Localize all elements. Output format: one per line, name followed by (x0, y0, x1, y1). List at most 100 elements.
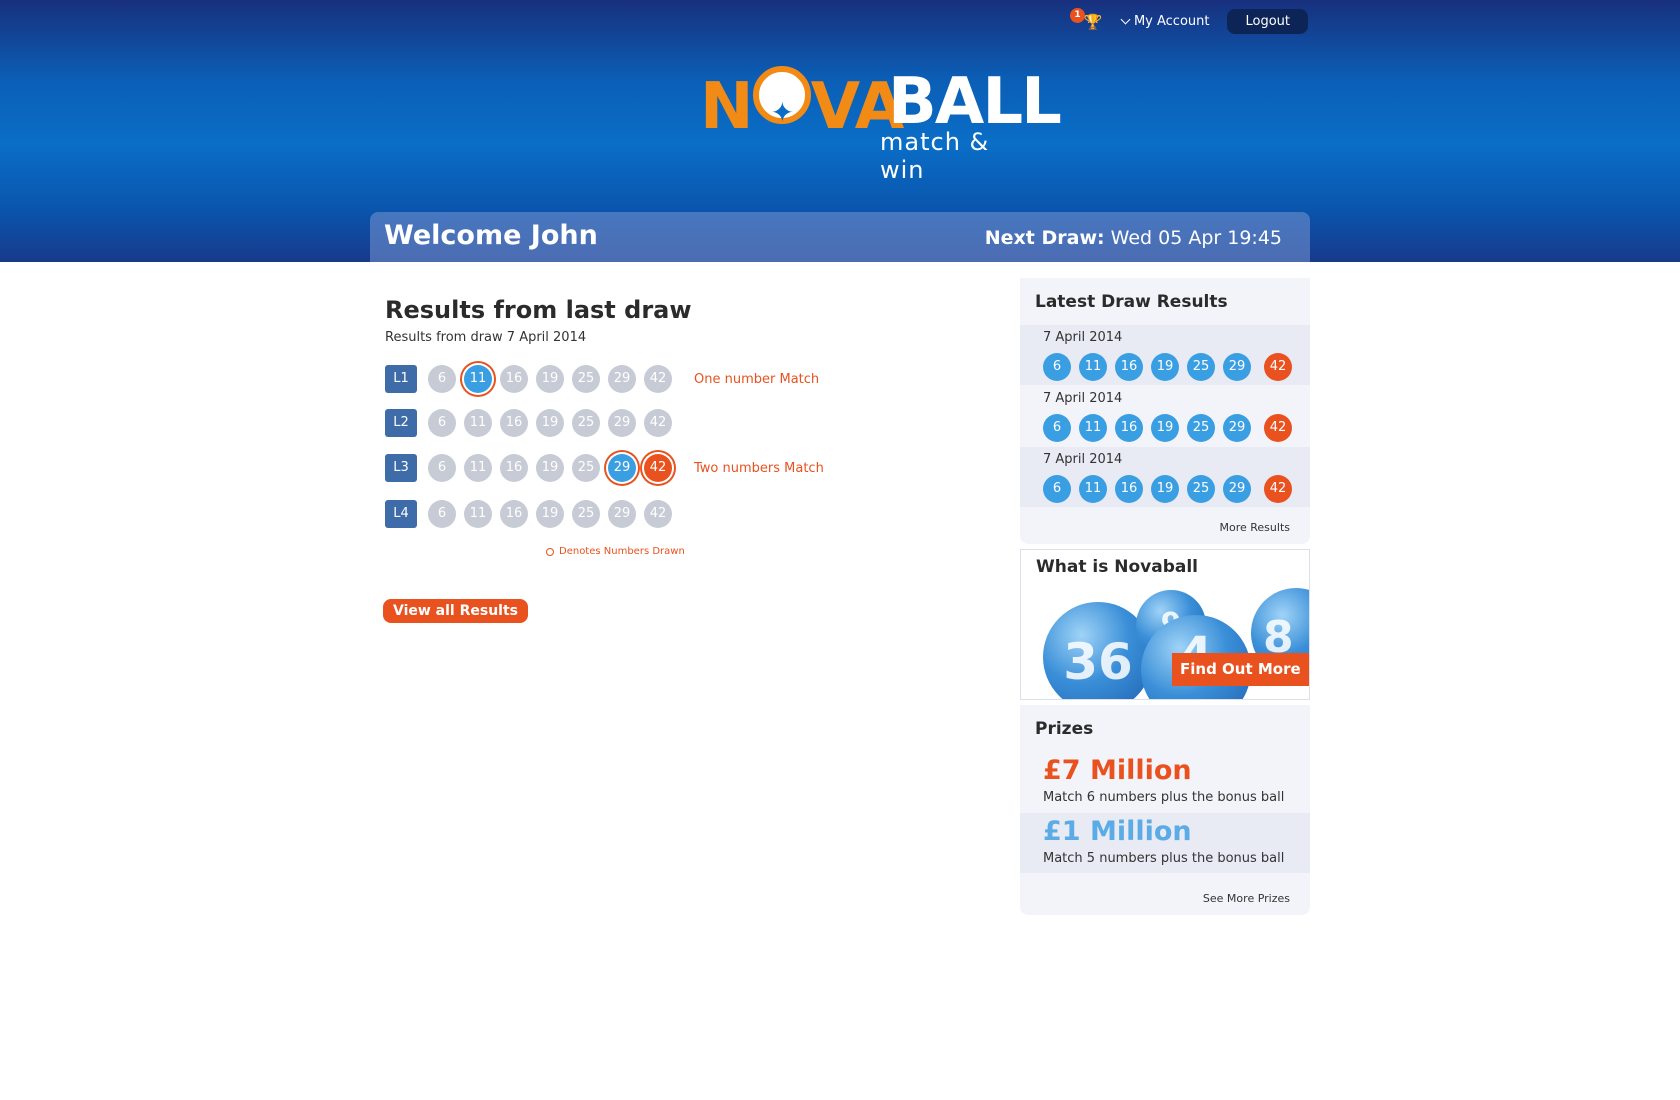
draw-ball: 25 (1187, 353, 1215, 381)
draw-balls: 6 11 16 19 25 29 42 (1043, 475, 1292, 503)
line-tag: L1 (385, 365, 417, 393)
prize-row: £7 Million Match 6 numbers plus the bonus… (1020, 752, 1310, 812)
draw-ball: 29 (1223, 414, 1251, 442)
line-ball: 16 (500, 454, 528, 482)
line-ball: 25 (572, 365, 600, 393)
prize-amount: £1 Million (1043, 816, 1192, 847)
what-is-novaball-panel[interactable]: What is Novaball 36 9 4 8 Find Out More … (1020, 549, 1310, 700)
match-label: Two numbers Match (694, 460, 824, 476)
draw-ball: 25 (1187, 414, 1215, 442)
line-ball: 42 (644, 365, 672, 393)
line-ball: 25 (572, 500, 600, 528)
line-ball: 16 (500, 409, 528, 437)
line-ball: 11 (464, 454, 492, 482)
prize-description: Match 5 numbers plus the bonus ball (1043, 851, 1285, 866)
prizes-panel: Prizes £7 Million Match 6 numbers plus th… (1020, 705, 1310, 915)
draw-row: 7 April 2014 6 11 16 19 25 29 42 (1020, 386, 1310, 446)
more-results-link[interactable]: More Results (1220, 521, 1291, 534)
draw-ball: 6 (1043, 414, 1071, 442)
prize-description: Match 6 numbers plus the bonus ball (1043, 790, 1285, 805)
draw-ball: 29 (1223, 353, 1251, 381)
site-header: 1 🏆 My Account Logout NVA BALL match & w… (0, 0, 1680, 262)
legend-label: Denotes Numbers Drawn (559, 546, 685, 557)
draw-row: 7 April 2014 6 11 16 19 25 29 42 (1020, 447, 1310, 507)
logout-button[interactable]: Logout (1227, 9, 1308, 34)
see-more-prizes-link[interactable]: See More Prizes (1203, 892, 1290, 905)
logo-star-icon (752, 66, 811, 149)
draw-ball: 19 (1151, 475, 1179, 503)
chevron-down-icon (1120, 14, 1131, 25)
notification-badge: 1 (1069, 7, 1085, 23)
draw-ball: 16 (1115, 353, 1143, 381)
draw-ball: 11 (1079, 475, 1107, 503)
line-ball: 11 (464, 500, 492, 528)
line-ball: 42 (644, 454, 672, 482)
line-balls: 6 11 16 19 25 29 42 (428, 365, 672, 393)
welcome-greeting: Welcome John (384, 220, 598, 251)
line-ball: 19 (536, 454, 564, 482)
my-account-label: My Account (1133, 14, 1210, 29)
result-line: L4 6 11 16 19 25 29 42 (385, 500, 672, 528)
draw-row: 7 April 2014 6 11 16 19 25 29 42 (1020, 325, 1310, 385)
line-ball: 11 (464, 365, 492, 393)
novaball-logo[interactable]: NVA BALL match & win (700, 66, 1062, 184)
line-balls: 6 11 16 19 25 29 42 (428, 409, 672, 437)
match-label: One number Match (694, 371, 820, 387)
draw-ball: 25 (1187, 475, 1215, 503)
next-draw-value: Wed 05 Apr 19:45 (1110, 227, 1282, 249)
bonus-ball: 42 (1264, 414, 1292, 442)
line-tag: L3 (385, 454, 417, 482)
draw-ball: 11 (1079, 414, 1107, 442)
next-draw: Next Draw: Wed 05 Apr 19:45 (985, 227, 1282, 249)
trophy-button[interactable]: 1 🏆 (1069, 7, 1104, 33)
line-tag: L2 (385, 409, 417, 437)
logo-nova-wordmark: NVA (700, 66, 904, 149)
result-line: L2 6 11 16 19 25 29 42 (385, 409, 672, 437)
results-section: Results from last draw Results from draw… (385, 296, 945, 557)
find-out-more-button[interactable]: Find Out More › (1172, 653, 1309, 699)
prize-row: £1 Million Match 5 numbers plus the bonus… (1020, 813, 1310, 873)
draw-balls: 6 11 16 19 25 29 42 (1043, 414, 1292, 442)
line-ball: 11 (464, 409, 492, 437)
line-ball: 6 (428, 500, 456, 528)
results-title: Results from last draw (385, 296, 692, 324)
draw-ball: 6 (1043, 353, 1071, 381)
line-balls: 6 11 16 19 25 29 42 (428, 500, 672, 528)
line-ball: 42 (644, 500, 672, 528)
next-draw-label: Next Draw: (984, 227, 1105, 249)
draw-date: 7 April 2014 (1043, 452, 1123, 467)
welcome-bar: Welcome John Next Draw: Wed 05 Apr 19:45 (370, 212, 1310, 262)
prizes-title: Prizes (1035, 719, 1094, 739)
line-ball: 29 (608, 365, 636, 393)
line-ball: 19 (536, 500, 564, 528)
latest-draw-results-panel: Latest Draw Results 7 April 2014 6 11 16 19 2… (1020, 278, 1310, 544)
line-ball: 6 (428, 454, 456, 482)
line-ball: 29 (608, 409, 636, 437)
draw-ball: 19 (1151, 414, 1179, 442)
bonus-ball: 42 (1264, 475, 1292, 503)
results-subtitle: Results from draw 7 April 2014 (385, 330, 587, 345)
draw-date: 7 April 2014 (1043, 330, 1123, 345)
line-ball: 29 (608, 500, 636, 528)
logo-tagline: match & win (880, 128, 990, 184)
draw-ball: 19 (1151, 353, 1179, 381)
draw-ball: 16 (1115, 475, 1143, 503)
what-is-title: What is Novaball (1036, 557, 1198, 577)
draw-date: 7 April 2014 (1043, 391, 1123, 406)
line-ball: 25 (572, 454, 600, 482)
line-ball: 19 (536, 365, 564, 393)
draw-ball: 29 (1223, 475, 1251, 503)
line-ball: 16 (500, 500, 528, 528)
line-ball: 6 (428, 365, 456, 393)
latest-draw-title: Latest Draw Results (1035, 292, 1228, 312)
line-balls: 6 11 16 19 25 29 42 (428, 454, 672, 482)
view-all-results-button[interactable]: View all Results (383, 599, 528, 623)
draw-balls: 6 11 16 19 25 29 42 (1043, 353, 1292, 381)
line-tag: L4 (385, 500, 417, 528)
draw-ball: 11 (1079, 353, 1107, 381)
my-account-menu[interactable]: My Account (1120, 14, 1210, 29)
draw-ball: 6 (1043, 475, 1071, 503)
draw-ball: 16 (1115, 414, 1143, 442)
result-line: L1 6 11 16 19 25 29 42 One number Match (385, 365, 819, 393)
line-ball: 29 (608, 454, 636, 482)
